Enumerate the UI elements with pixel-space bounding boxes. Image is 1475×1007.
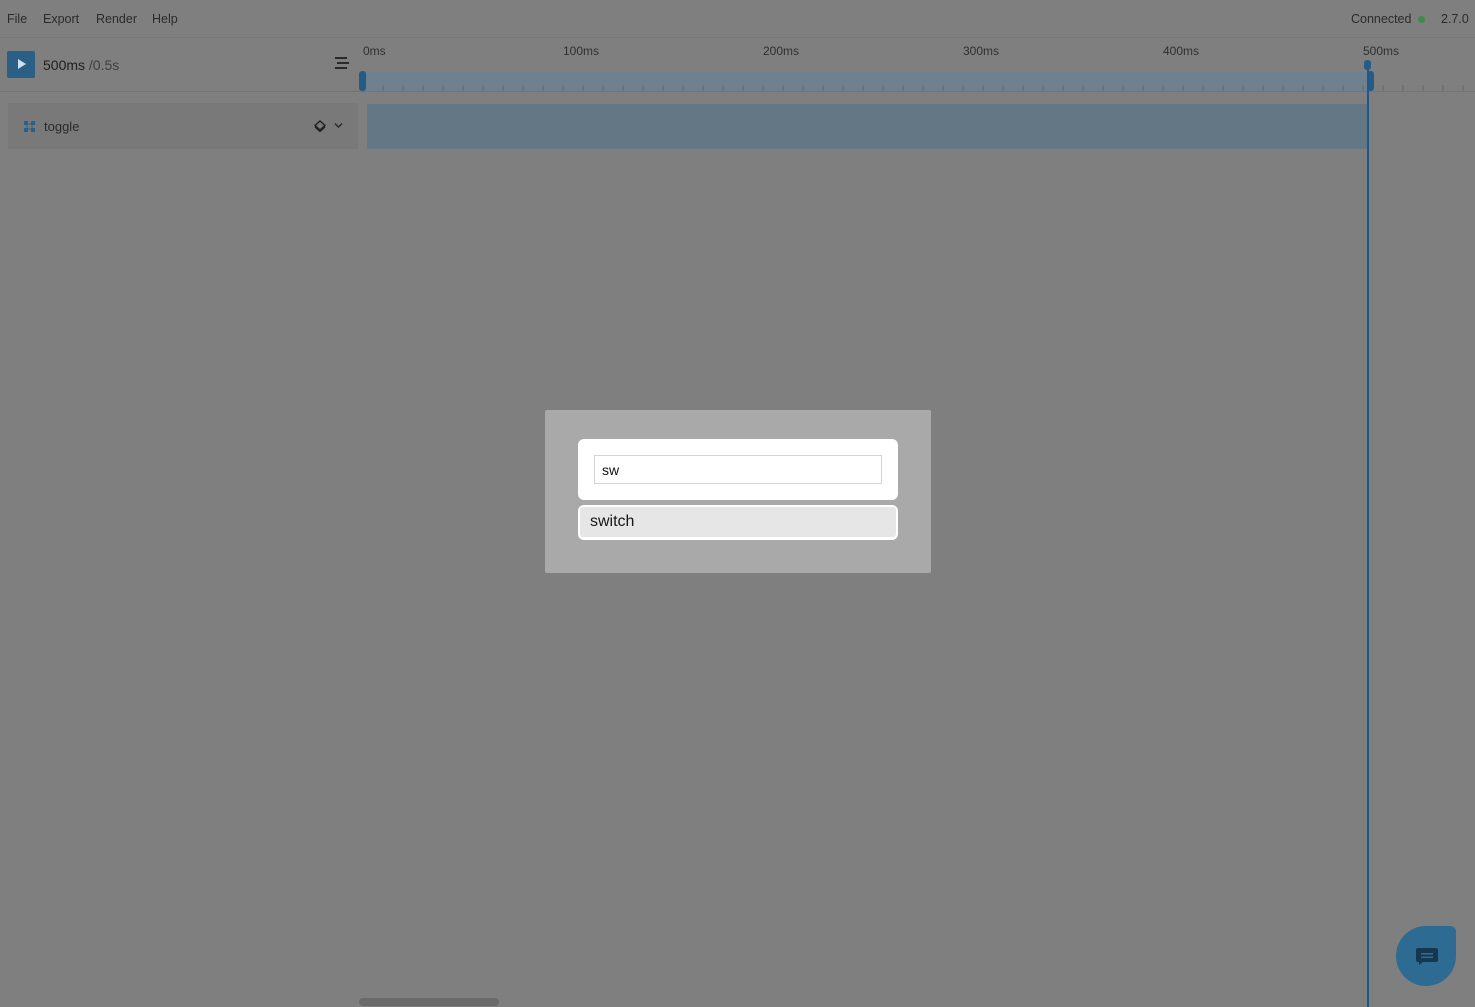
range-start-handle[interactable] [359,71,366,91]
playhead-handle[interactable] [1364,60,1371,70]
chat-icon [1416,948,1438,965]
ruler-label-200: 200ms [763,44,800,58]
menu-export[interactable]: Export [43,12,79,26]
chevron-down-icon[interactable] [333,121,344,130]
track-clip[interactable] [367,104,1368,149]
ruler-label-300: 300ms [963,44,1000,58]
component-icon [24,121,35,132]
app-version: 2.7.0 [1441,12,1469,26]
keyframe-diamond-icon[interactable] [314,120,326,132]
ruler-label-500: 500ms [1363,44,1400,58]
track-name: toggle [44,119,80,134]
total-duration: /0.5s [88,57,120,73]
menu-bar: File Export Render Help Connected 2.7.0 [0,0,1475,38]
time-display: 500ms /0.5s [43,57,119,73]
ruler-ticks [363,85,1464,91]
connection-status: Connected [1351,12,1412,26]
result-label: switch [590,513,635,530]
connection-indicator-icon [1418,16,1425,23]
playhead-line [1367,64,1369,1007]
play-button[interactable] [7,51,35,78]
menu-help[interactable]: Help [152,12,178,26]
ruler-label-400: 400ms [1163,44,1200,58]
ruler-label-0: 0ms [363,44,386,58]
current-time: 500ms [43,57,86,73]
header-divider [0,91,1475,92]
list-icon[interactable] [335,57,349,69]
menu-file[interactable]: File [7,12,27,26]
search-input[interactable] [594,455,882,484]
result-item[interactable]: switch [580,507,896,537]
menu-render[interactable]: Render [96,12,137,26]
ruler-label-100: 100ms [563,44,600,58]
horizontal-scrollbar[interactable] [359,998,499,1006]
